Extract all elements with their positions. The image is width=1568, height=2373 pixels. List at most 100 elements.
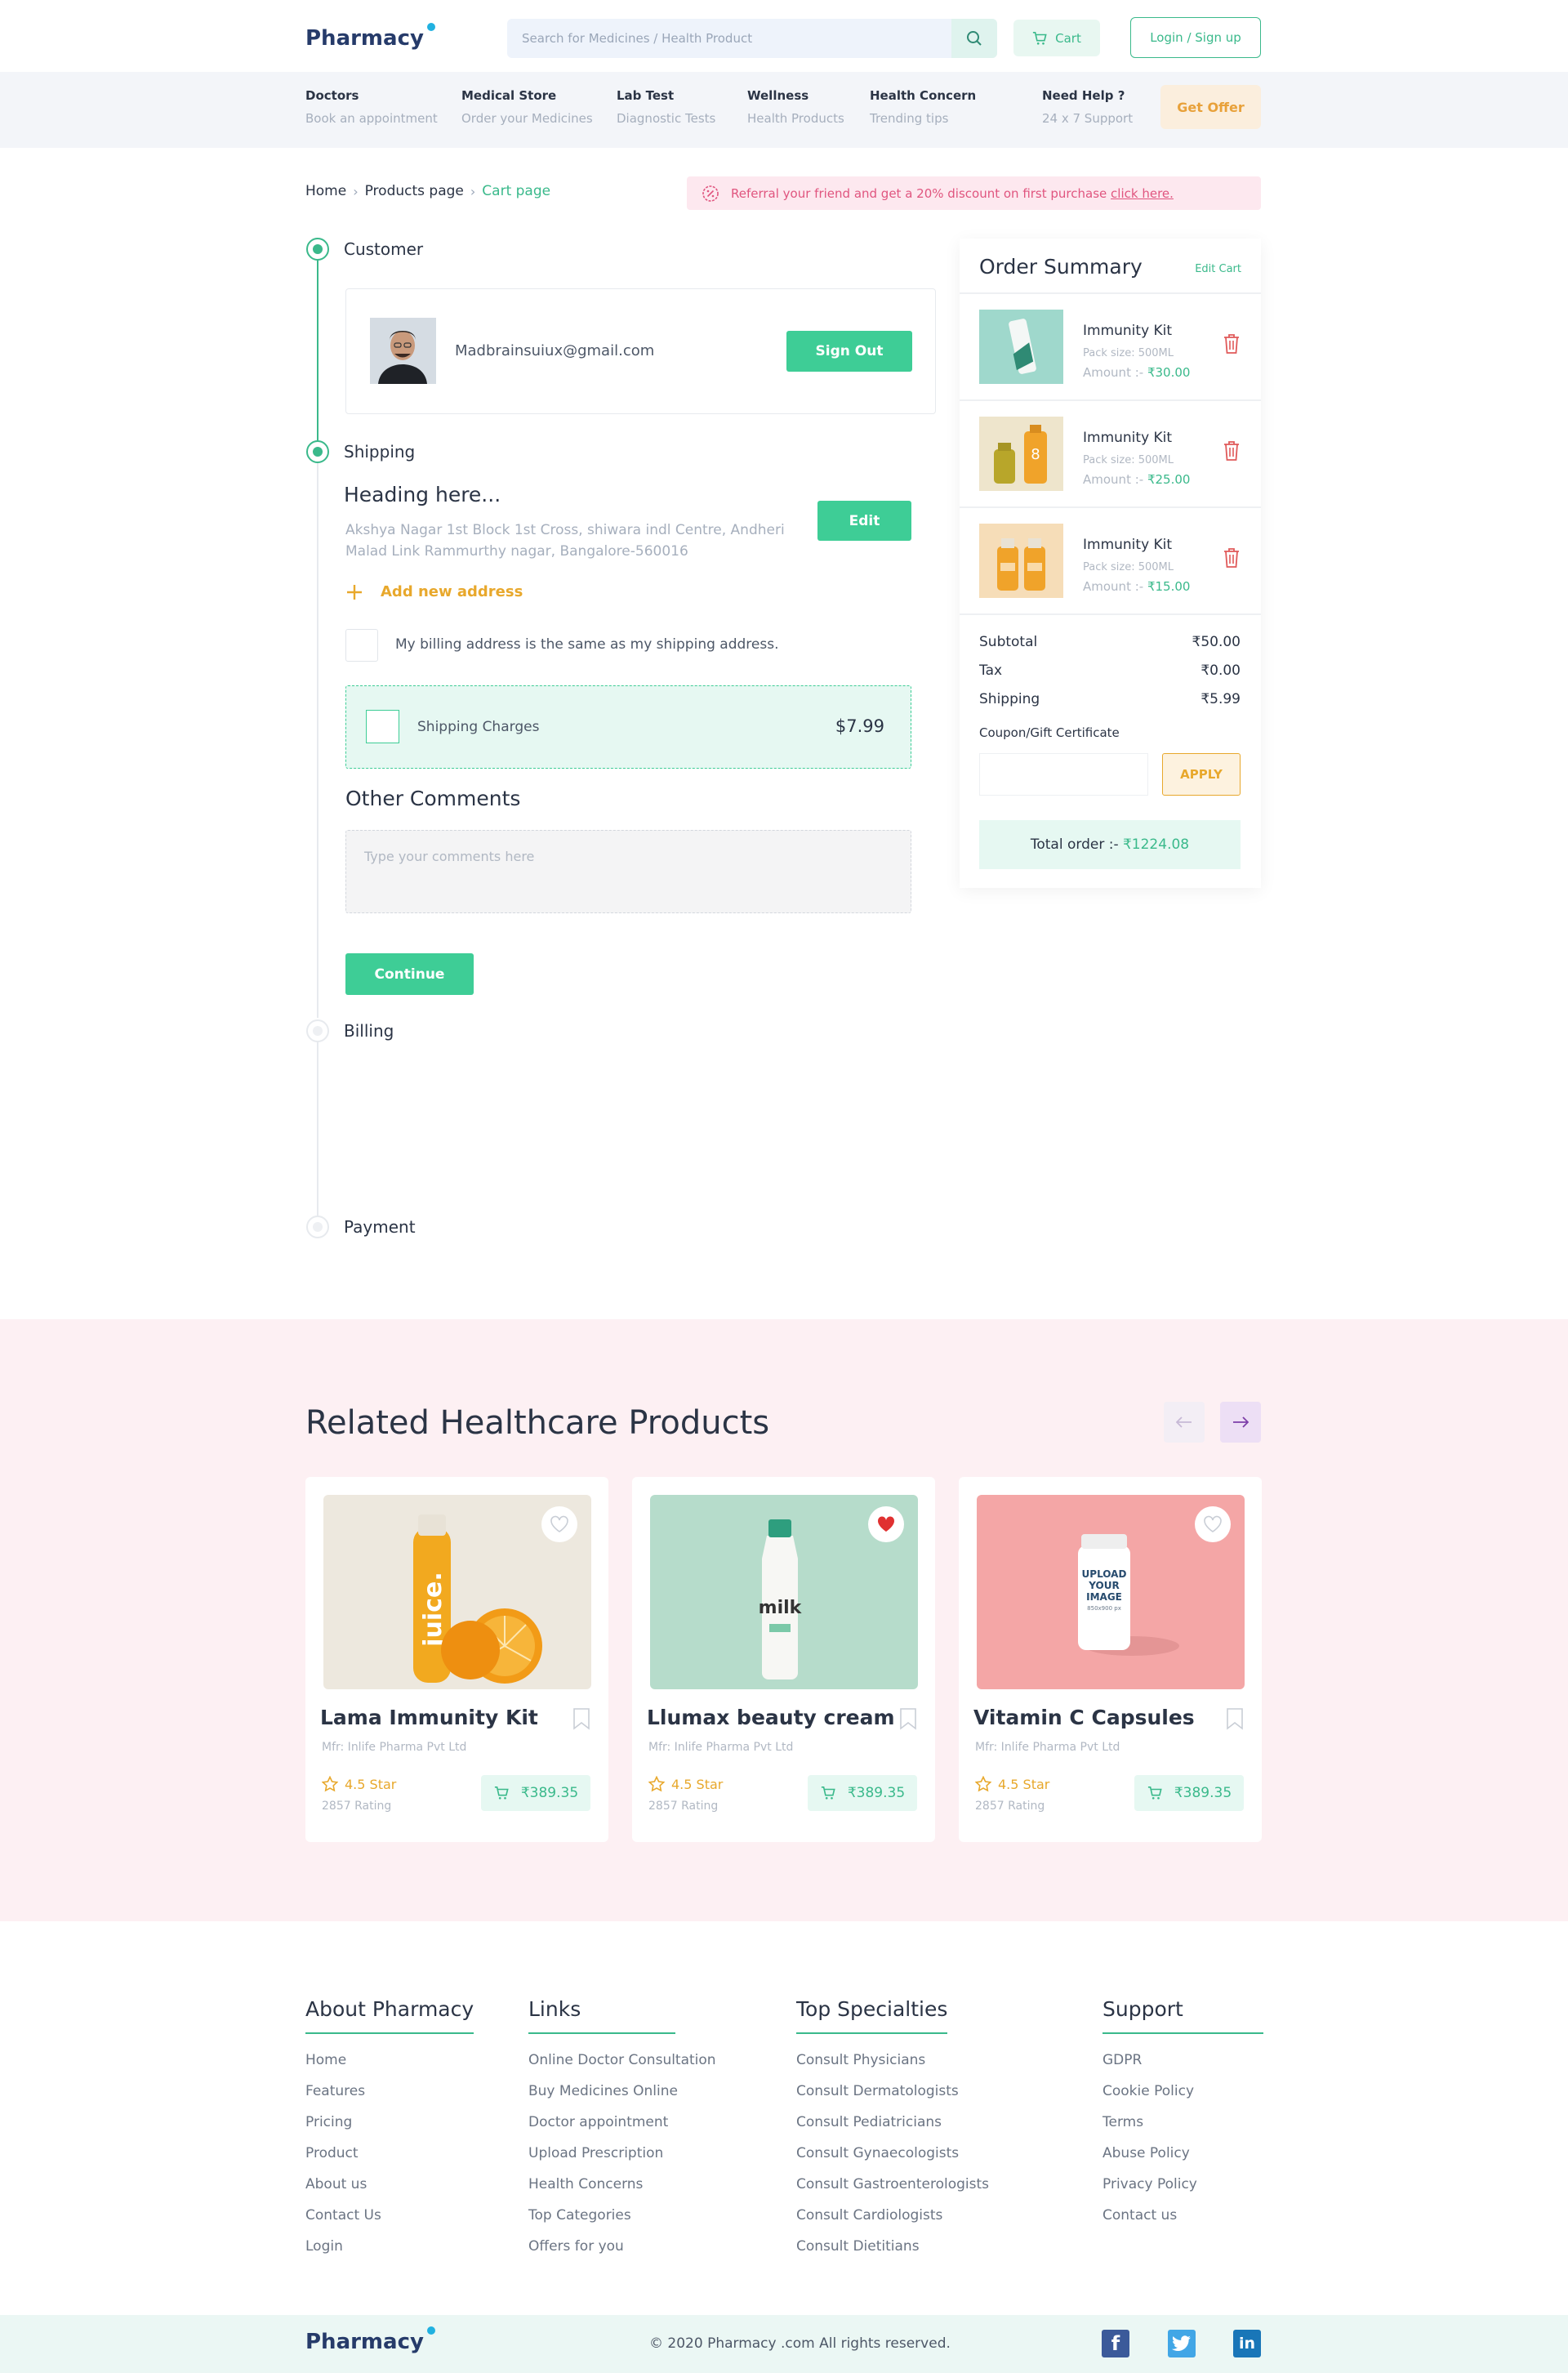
category-nav: Doctors Book an appointment Medical Store… xyxy=(0,72,1568,148)
bookmark-icon[interactable] xyxy=(899,1707,917,1730)
cart-button[interactable]: Cart xyxy=(1013,20,1100,56)
search-bar[interactable]: Search for Medicines / Health Product xyxy=(507,19,997,58)
bookmark-icon[interactable] xyxy=(572,1707,590,1730)
footer-link[interactable]: Health Concerns xyxy=(528,2176,716,2207)
apply-coupon-button[interactable]: APPLY xyxy=(1162,753,1241,796)
footer-link[interactable]: Consult Physicians xyxy=(796,2052,989,2083)
footer-link[interactable]: Login xyxy=(305,2238,474,2269)
favorite-button[interactable] xyxy=(1195,1506,1231,1542)
comments-placeholder: Type your comments here xyxy=(364,849,535,864)
favorite-button[interactable] xyxy=(868,1506,904,1542)
footer-link[interactable]: Top Categories xyxy=(528,2207,716,2238)
get-offer-button[interactable]: Get Offer xyxy=(1160,85,1261,129)
step-customer-indicator xyxy=(306,238,329,261)
nav-item-medical-store[interactable]: Medical Store Order your Medicines xyxy=(461,88,593,126)
footer-link[interactable]: Buy Medicines Online xyxy=(528,2083,716,2114)
favorite-button[interactable] xyxy=(541,1506,577,1542)
footer-link[interactable]: Consult Dietitians xyxy=(796,2238,989,2269)
footer-link[interactable]: Pricing xyxy=(305,2114,474,2145)
add-to-cart-button[interactable]: ₹389.35 xyxy=(808,1775,917,1811)
footer-link[interactable]: Cookie Policy xyxy=(1102,2083,1263,2114)
divider xyxy=(960,613,1261,615)
breadcrumb-products[interactable]: Products page xyxy=(365,183,464,199)
product-price: ₹389.35 xyxy=(847,1785,906,1801)
footer-link[interactable]: Contact Us xyxy=(305,2207,474,2238)
product-card[interactable]: milk Llumax beauty cream Mfr: Inlife Pha… xyxy=(632,1477,935,1842)
linkedin-icon[interactable]: in xyxy=(1233,2330,1261,2357)
breadcrumb-home[interactable]: Home xyxy=(305,183,346,199)
shipping-charges-checkbox[interactable] xyxy=(366,710,399,743)
add-new-address-button[interactable]: Add new address xyxy=(346,583,523,600)
svg-text:8: 8 xyxy=(1031,446,1040,463)
coupon-input[interactable] xyxy=(979,753,1148,796)
step-connector xyxy=(317,1042,318,1224)
footer-link[interactable]: Product xyxy=(305,2145,474,2176)
bookmark-icon[interactable] xyxy=(1226,1707,1244,1730)
referral-link[interactable]: click here. xyxy=(1111,186,1174,201)
brand-logo[interactable]: Pharmacy xyxy=(305,23,435,51)
twitter-icon[interactable] xyxy=(1168,2330,1196,2357)
nav-item-doctors[interactable]: Doctors Book an appointment xyxy=(305,88,438,126)
product-card[interactable]: juice. Lama Immunity Kit Mfr: Inlife Pha… xyxy=(305,1477,608,1842)
carousel-prev-button[interactable] xyxy=(1164,1402,1205,1443)
login-signup-button[interactable]: Login / Sign up xyxy=(1130,17,1261,58)
facebook-icon[interactable]: f xyxy=(1102,2330,1129,2357)
nav-item-health-concern[interactable]: Health Concern Trending tips xyxy=(870,88,976,126)
product-price: ₹389.35 xyxy=(520,1785,579,1801)
footer-link[interactable]: Privacy Policy xyxy=(1102,2176,1263,2207)
footer-link[interactable]: About us xyxy=(305,2176,474,2207)
sign-out-button[interactable]: Sign Out xyxy=(786,331,912,372)
nav-item-need-help[interactable]: Need Help ? 24 x 7 Support xyxy=(1042,88,1133,126)
footer-link[interactable]: Consult Cardiologists xyxy=(796,2207,989,2238)
footer-link[interactable]: Consult Pediatricians xyxy=(796,2114,989,2145)
edit-address-button[interactable]: Edit xyxy=(817,501,911,541)
product-rating-count: 2857 Rating xyxy=(322,1800,392,1813)
shipping-charges-option[interactable]: Shipping Charges $7.99 xyxy=(345,685,911,769)
summary-item-pack: Pack size: 500ML xyxy=(1083,347,1174,359)
trash-icon[interactable] xyxy=(1223,332,1241,355)
footer-link[interactable]: Features xyxy=(305,2083,474,2114)
product-card[interactable]: UPLOAD YOUR IMAGE 850x900 px Vitamin C Ca… xyxy=(959,1477,1262,1842)
referral-text: Referral your friend and get a 20% disco… xyxy=(731,185,1174,201)
footer-link[interactable]: Contact us xyxy=(1102,2207,1263,2238)
nav-item-lab-test[interactable]: Lab Test Diagnostic Tests xyxy=(617,88,715,126)
product-name[interactable]: Llumax beauty cream xyxy=(647,1706,895,1729)
footer-link[interactable]: Terms xyxy=(1102,2114,1263,2145)
related-products-section: Related Healthcare Products juice. Lama … xyxy=(0,1319,1568,1921)
add-to-cart-button[interactable]: ₹389.35 xyxy=(481,1775,590,1811)
order-summary-panel: Order Summary Edit Cart Immunity Kit Pac… xyxy=(960,239,1261,888)
subtotal-value: ₹50.00 xyxy=(1192,634,1241,650)
footer-link[interactable]: Consult Gastroenterologists xyxy=(796,2176,989,2207)
trash-icon[interactable] xyxy=(1223,439,1241,462)
summary-item-amount: Amount :- ₹30.00 xyxy=(1083,365,1191,380)
product-name[interactable]: Lama Immunity Kit xyxy=(320,1706,538,1729)
summary-item-name: Immunity Kit xyxy=(1083,323,1173,339)
add-to-cart-button[interactable]: ₹389.35 xyxy=(1134,1775,1244,1811)
footer-link[interactable]: Online Doctor Consultation xyxy=(528,2052,716,2083)
product-thumbnail xyxy=(979,524,1063,598)
footer-link[interactable]: Doctor appointment xyxy=(528,2114,716,2145)
nav-subtitle: Diagnostic Tests xyxy=(617,111,716,126)
trash-icon[interactable] xyxy=(1223,546,1241,569)
search-button[interactable] xyxy=(951,19,997,58)
carousel-next-button[interactable] xyxy=(1220,1402,1261,1443)
footer-link[interactable]: Consult Gynaecologists xyxy=(796,2145,989,2176)
shipping-charges-label: Shipping Charges xyxy=(417,719,540,735)
footer-link[interactable]: GDPR xyxy=(1102,2052,1263,2083)
footer-link[interactable]: Consult Dermatologists xyxy=(796,2083,989,2114)
comments-textarea[interactable]: Type your comments here xyxy=(345,830,911,913)
footer-link[interactable]: Offers for you xyxy=(528,2238,716,2269)
nav-item-wellness[interactable]: Wellness Health Products xyxy=(747,88,844,126)
product-name[interactable]: Vitamin C Capsules xyxy=(973,1706,1195,1729)
search-input[interactable]: Search for Medicines / Health Product xyxy=(522,31,752,46)
continue-button[interactable]: Continue xyxy=(345,953,474,995)
footer-link[interactable]: Upload Prescription xyxy=(528,2145,716,2176)
chevron-right-icon: › xyxy=(470,183,476,199)
step-shipping-label: Shipping xyxy=(344,442,416,462)
footer-link[interactable]: Abuse Policy xyxy=(1102,2145,1263,2176)
divider xyxy=(960,506,1261,508)
edit-cart-link[interactable]: Edit Cart xyxy=(1195,263,1241,275)
footer-link[interactable]: Home xyxy=(305,2052,474,2083)
billing-same-checkbox[interactable] xyxy=(345,629,378,662)
footer-logo[interactable]: Pharmacy xyxy=(305,2326,435,2354)
